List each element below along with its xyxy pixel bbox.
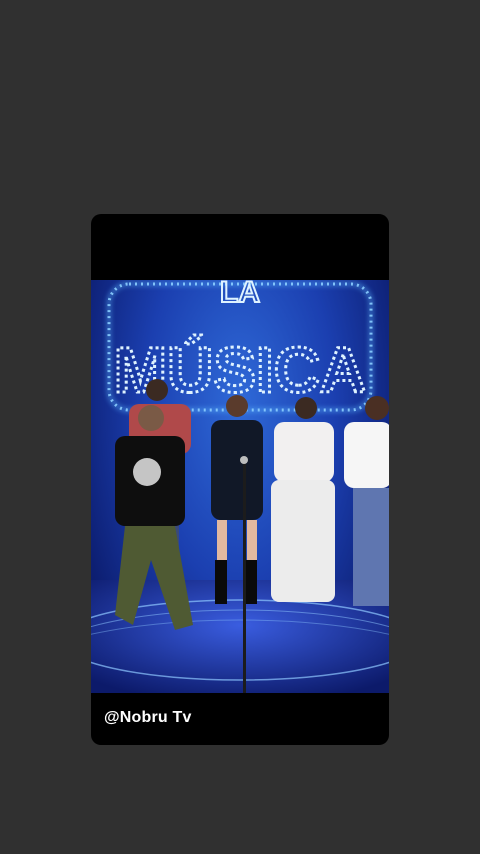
person-white-suit	[271, 397, 335, 602]
story-caption: @Nobru Tv	[104, 709, 192, 726]
video-frame[interactable]: LA MÚSICA	[91, 280, 389, 693]
sign-top-text: LA	[220, 280, 260, 309]
story-card[interactable]: LA MÚSICA @Nobru Tv	[91, 214, 389, 745]
person-host-black-dress	[211, 395, 263, 604]
person-white-top-jeans	[344, 396, 389, 606]
stage-scene: LA MÚSICA	[91, 280, 389, 693]
